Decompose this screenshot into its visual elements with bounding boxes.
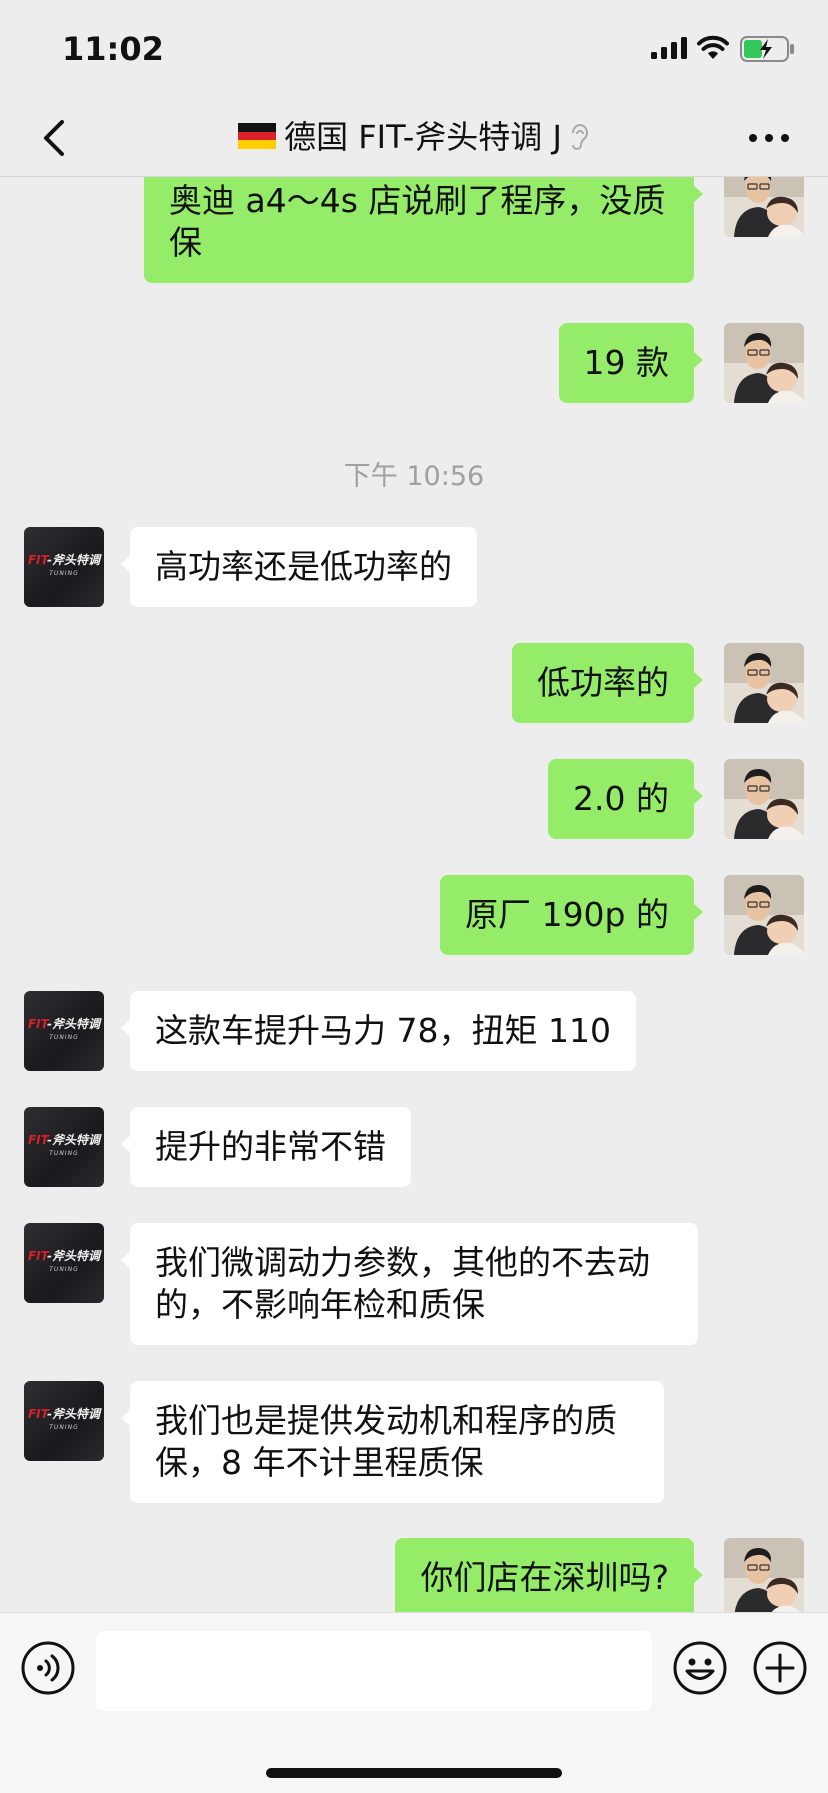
avatar[interactable] (724, 177, 804, 237)
fit-tuning-logo: FIT-斧头特调 TUNING (27, 1407, 101, 1431)
avatar[interactable]: FIT-斧头特调 TUNING (24, 1223, 104, 1303)
message-bubble[interactable]: 奥迪 a4～4s 店说刷了程序，没质保 (144, 177, 703, 283)
chat-area[interactable]: 奥迪 a4～4s 店说刷了程序，没质保 19 款 下午 10:56 FIT-斧头… (0, 177, 828, 1612)
battery-icon (740, 36, 794, 62)
avatar[interactable] (724, 643, 804, 723)
chat-header: 德国 FIT-斧头特调 J (0, 100, 828, 177)
message-bubble[interactable]: 这款车提升马力 78，扭矩 110 (121, 991, 636, 1071)
message-bubble[interactable]: 低功率的 (512, 643, 703, 723)
chat-title-wrap: 德国 FIT-斧头特调 J (0, 112, 828, 162)
profile-photo (724, 1538, 804, 1612)
message-bubble[interactable]: 提升的非常不错 (121, 1107, 411, 1187)
message-bubble[interactable]: 原厂 190p 的 (440, 875, 703, 955)
avatar[interactable]: FIT-斧头特调 TUNING (24, 1381, 104, 1461)
voice-icon[interactable] (20, 1640, 76, 1696)
home-indicator[interactable] (266, 1768, 562, 1778)
message-bubble[interactable]: 我们也是提供发动机和程序的质保，8 年不计里程质保 (121, 1381, 664, 1503)
avatar[interactable] (724, 875, 804, 955)
profile-photo (724, 323, 804, 403)
profile-photo (724, 177, 804, 237)
message-bubble[interactable]: 2.0 的 (548, 759, 703, 839)
avatar[interactable]: FIT-斧头特调 TUNING (24, 1107, 104, 1187)
wifi-icon (697, 35, 729, 59)
status-time: 11:02 (62, 30, 164, 68)
profile-photo (724, 875, 804, 955)
profile-photo (724, 759, 804, 839)
fit-tuning-logo: FIT-斧头特调 TUNING (27, 1133, 101, 1157)
ear-icon (571, 124, 588, 150)
fit-tuning-logo: FIT-斧头特调 TUNING (27, 553, 101, 577)
status-bar: 11:02 (0, 0, 828, 100)
signal-icon (651, 37, 687, 59)
chat-title: 德国 FIT-斧头特调 J (284, 118, 562, 156)
profile-photo (724, 643, 804, 723)
message-bubble[interactable]: 我们微调动力参数，其他的不去动的，不影响年检和质保 (121, 1223, 698, 1345)
message-bubble[interactable]: 高功率还是低功率的 (121, 527, 477, 607)
avatar[interactable] (724, 759, 804, 839)
input-bar (0, 1612, 828, 1793)
message-bubble[interactable]: 19 款 (558, 323, 704, 403)
avatar[interactable]: FIT-斧头特调 TUNING (24, 527, 104, 607)
avatar[interactable]: FIT-斧头特调 TUNING (24, 991, 104, 1071)
message-bubble[interactable]: 你们店在深圳吗? (395, 1538, 703, 1612)
avatar[interactable] (724, 1538, 804, 1612)
emoji-icon[interactable] (672, 1640, 728, 1696)
fit-tuning-logo: FIT-斧头特调 TUNING (27, 1249, 101, 1273)
message-input[interactable] (96, 1631, 652, 1711)
plus-icon[interactable] (752, 1640, 808, 1696)
message-timestamp: 下午 10:56 (343, 461, 485, 492)
fit-tuning-logo: FIT-斧头特调 TUNING (27, 1017, 101, 1041)
avatar[interactable] (724, 323, 804, 403)
more-icon[interactable] (744, 120, 794, 156)
german-flag-icon (238, 123, 277, 149)
